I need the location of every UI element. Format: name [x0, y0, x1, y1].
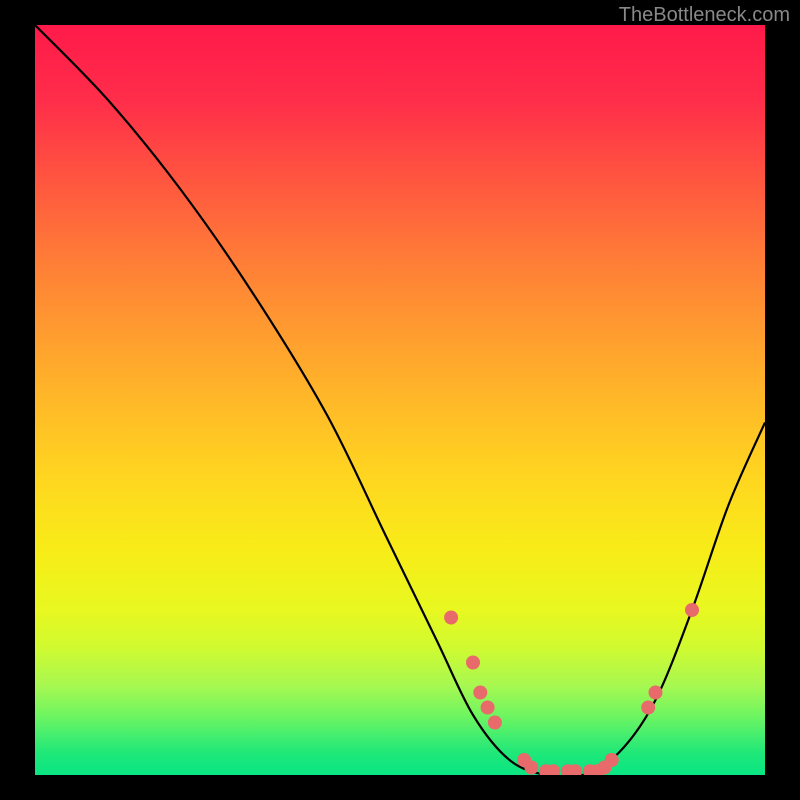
- scatter-point: [488, 716, 502, 730]
- scatter-point: [524, 761, 538, 775]
- watermark-text: TheBottleneck.com: [619, 4, 790, 27]
- scatter-point: [685, 603, 699, 617]
- scatter-point: [641, 701, 655, 715]
- scatter-point: [649, 686, 663, 700]
- curve-svg: [35, 25, 765, 775]
- scatter-point: [605, 753, 619, 767]
- scatter-point: [481, 701, 495, 715]
- scatter-point: [473, 686, 487, 700]
- scatter-point: [444, 611, 458, 625]
- bottleneck-curve: [35, 25, 765, 775]
- chart-container: TheBottleneck.com: [0, 0, 800, 800]
- scatter-point: [466, 656, 480, 670]
- plot-area: [35, 25, 765, 775]
- scatter-points: [444, 603, 699, 775]
